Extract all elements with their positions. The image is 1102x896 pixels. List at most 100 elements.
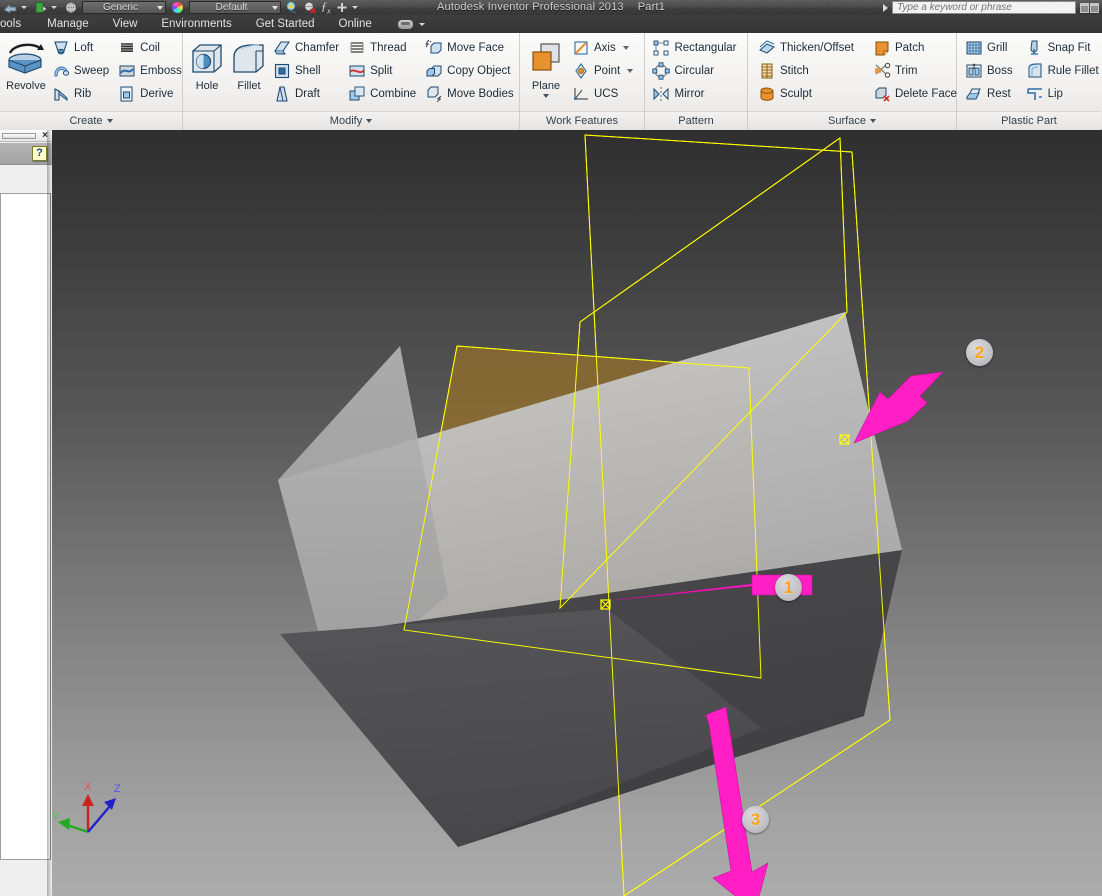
shell-button[interactable]: Shell [271, 60, 344, 82]
ucs-label: UCS [594, 88, 619, 100]
search-input[interactable] [893, 2, 1075, 13]
circular-pattern-icon [652, 62, 671, 80]
model-browser-panel: × ? [0, 130, 52, 896]
boss-button[interactable]: Boss [963, 60, 1018, 82]
create-column-1: Loft Sweep Rib [50, 36, 114, 105]
document-name: Part1 [637, 1, 666, 13]
plane-button[interactable]: Plane [524, 36, 568, 98]
coil-icon [118, 39, 136, 57]
plane-caret-icon[interactable] [543, 94, 549, 98]
rectangular-pattern-button[interactable]: Rectangular [650, 37, 741, 59]
tab-get-started[interactable]: Get Started [244, 15, 327, 33]
help-icon[interactable]: ? [32, 146, 47, 161]
ribbon-panel-create: Revolve Loft Sweep Rib Coil Emboss Deriv… [0, 33, 183, 130]
panel-title-pattern[interactable]: Pattern [645, 111, 747, 130]
mirror-button[interactable]: Mirror [650, 83, 741, 105]
axis-caret-icon[interactable] [622, 46, 629, 50]
sculpt-button[interactable]: Sculpt [756, 83, 859, 105]
rib-label: Rib [74, 88, 92, 100]
copy-object-icon [425, 62, 443, 80]
panel-title-plastic-part[interactable]: Plastic Part [957, 111, 1101, 130]
panel-title-modify[interactable]: Modify [183, 111, 519, 130]
tab-environments[interactable]: Environments [149, 15, 243, 33]
point-caret-icon[interactable] [627, 69, 634, 73]
annotation-badge-3: 3 [742, 806, 769, 833]
mirror-label: Mirror [674, 88, 705, 100]
chamfer-button[interactable]: Chamfer [271, 37, 344, 59]
ribbon: Revolve Loft Sweep Rib Coil Emboss Deriv… [0, 33, 1102, 130]
rest-icon [965, 85, 983, 103]
tab-online[interactable]: Online [327, 15, 384, 33]
plastic-column-1: Grill Boss Rest [963, 36, 1018, 105]
move-face-label: Move Face [447, 42, 505, 54]
patch-label: Patch [894, 42, 925, 54]
copy-object-label: Copy Object [447, 65, 511, 77]
thicken-offset-button[interactable]: Thicken/Offset [756, 37, 859, 59]
point-button[interactable]: Point [570, 60, 638, 82]
stitch-button[interactable]: Stitch [756, 60, 859, 82]
emboss-button[interactable]: Emboss [116, 60, 187, 82]
browser-tree[interactable] [0, 193, 51, 860]
axis-label: Axis [594, 42, 616, 54]
circular-pattern-button[interactable]: Circular [650, 60, 741, 82]
panel-title-create[interactable]: Create [0, 111, 182, 130]
panel-modify-caret-icon[interactable] [366, 119, 373, 123]
move-bodies-button[interactable]: Move Bodies [423, 83, 518, 105]
fillet-button[interactable]: Fillet [229, 36, 269, 92]
inventor-window: Generic Default ƒx Autodesk Inventor Pro… [0, 0, 1102, 896]
ribbon-minimize-icon [397, 19, 413, 29]
shell-label: Shell [295, 65, 321, 77]
combine-button[interactable]: Combine [346, 83, 421, 105]
rule-fillet-button[interactable]: Rule Fillet [1024, 60, 1102, 82]
ribbon-tab-bar: ools Manage View Environments Get Starte… [0, 15, 1102, 33]
tab-tools[interactable]: ools [0, 15, 35, 33]
derive-label: Derive [140, 88, 174, 100]
loft-label: Loft [74, 42, 94, 54]
rib-button[interactable]: Rib [50, 83, 114, 105]
sweep-button[interactable]: Sweep [50, 60, 114, 82]
sculpt-label: Sculpt [780, 88, 812, 100]
panel-title-work-features[interactable]: Work Features [520, 111, 644, 130]
trim-button[interactable]: Trim [871, 60, 962, 82]
rule-fillet-icon [1026, 62, 1044, 80]
ucs-button[interactable]: UCS [570, 83, 638, 105]
minimize-button[interactable] [1079, 2, 1089, 13]
browser-scrollbar[interactable] [2, 133, 36, 139]
delete-face-button[interactable]: Delete Face [871, 83, 962, 105]
revolve-button[interactable]: Revolve [4, 36, 48, 92]
panel-surface-caret-icon[interactable] [869, 119, 876, 123]
ribbon-panel-work-features: Plane Axis Point UCS Work Features [520, 33, 645, 130]
move-bodies-label: Move Bodies [447, 88, 514, 100]
copy-object-button[interactable]: Copy Object [423, 60, 518, 82]
loft-button[interactable]: Loft [50, 37, 114, 59]
maximize-button[interactable] [1089, 2, 1099, 13]
derive-button[interactable]: Derive [116, 83, 187, 105]
3d-viewport[interactable]: X Y Z 1 2 3 [52, 130, 1102, 896]
point-icon [572, 62, 590, 80]
hole-button[interactable]: Hole [187, 36, 227, 92]
split-button[interactable]: Split [346, 60, 421, 82]
draft-button[interactable]: Draft [271, 83, 344, 105]
window-controls[interactable] [1078, 1, 1100, 14]
tab-view[interactable]: View [101, 15, 150, 33]
lip-button[interactable]: Lip [1024, 83, 1102, 105]
search-expander-icon[interactable] [883, 4, 888, 12]
ribbon-minimize-caret-icon[interactable] [418, 22, 425, 26]
coil-button[interactable]: Coil [116, 37, 187, 59]
snap-fit-button[interactable]: Snap Fit [1024, 37, 1102, 59]
coil-label: Coil [140, 42, 160, 54]
move-face-button[interactable]: Move Face [423, 37, 518, 59]
panel-title-surface[interactable]: Surface [748, 111, 956, 130]
tab-manage[interactable]: Manage [35, 15, 101, 33]
panel-create-caret-icon[interactable] [106, 119, 113, 123]
axis-button[interactable]: Axis [570, 37, 638, 59]
thread-button[interactable]: Thread [346, 37, 421, 59]
grill-icon [965, 39, 983, 57]
surface-column-2: Patch Trim Delete Face [871, 36, 962, 105]
search-box[interactable] [892, 1, 1076, 14]
ribbon-minimize-control[interactable] [397, 19, 428, 29]
patch-button[interactable]: Patch [871, 37, 962, 59]
grill-button[interactable]: Grill [963, 37, 1018, 59]
rest-button[interactable]: Rest [963, 83, 1018, 105]
browser-toolbar: ? [0, 143, 52, 165]
